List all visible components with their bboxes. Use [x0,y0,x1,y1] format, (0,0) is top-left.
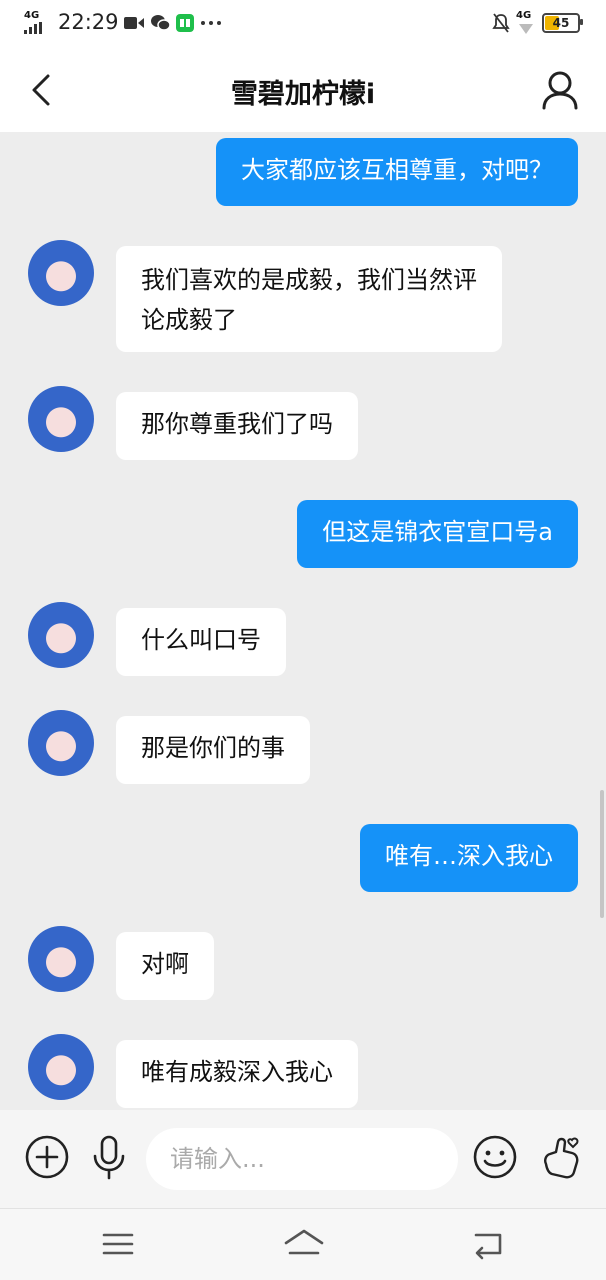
back-nav-button[interactable] [468,1227,508,1261]
status-time: 22:29 [58,10,119,34]
incoming-message-bubble[interactable]: 什么叫口号 [116,608,286,676]
back-icon [474,1233,502,1260]
hand-heart-icon [544,1137,579,1179]
avatar[interactable] [28,602,94,668]
message-line: 我们喜欢的是成毅，我们当然评 [141,266,477,294]
signal-icon: 4G [24,10,50,34]
outgoing-message-bubble[interactable]: 大家都应该互相尊重，对吧？ [216,138,578,206]
add-button[interactable] [24,1134,70,1180]
mute-bell-icon [492,13,510,33]
incoming-message-bubble[interactable]: 我们喜欢的是成毅，我们当然评 论成毅了 [116,246,502,352]
hand-heart-button[interactable] [538,1134,584,1180]
profile-icon [542,71,578,110]
home-button[interactable] [282,1227,326,1261]
emoji-button[interactable] [472,1134,518,1180]
network-type-right: 4G [516,10,536,34]
battery-level: 45 [552,16,570,30]
message-line: 论成毅了 [141,306,237,334]
home-icon [284,1229,324,1255]
status-bar: 4G 22:29 4G 45 [0,0,606,48]
chat-title: 雪碧加柠檬i [230,79,376,110]
message-input[interactable] [146,1128,458,1190]
battery-icon: 45 [542,13,583,33]
outgoing-message-bubble[interactable]: 唯有…深入我心 [360,824,578,892]
app-icon [176,14,194,32]
video-icon [124,17,144,29]
profile-button[interactable] [538,68,582,112]
menu-icon [102,1233,134,1255]
chat-header: 雪碧加柠檬i [0,48,606,132]
incoming-message-bubble[interactable]: 对啊 [116,932,214,1000]
emoji-icon [473,1135,517,1179]
network-type: 4G [24,10,40,21]
avatar[interactable] [28,386,94,452]
incoming-message-bubble[interactable]: 唯有成毅深入我心 [116,1040,358,1108]
voice-button[interactable] [86,1134,132,1180]
incoming-message-bubble[interactable]: 那是你们的事 [116,716,310,784]
status-notification-icons [124,12,222,34]
incoming-message-bubble[interactable]: 那你尊重我们了吗 [116,392,358,460]
input-bar [0,1110,606,1208]
scroll-indicator[interactable] [600,790,604,918]
microphone-icon [93,1135,125,1180]
wechat-icon [151,15,170,31]
avatar[interactable] [28,710,94,776]
chat-message-list[interactable]: 大家都应该互相尊重，对吧？ 我们喜欢的是成毅，我们当然评 论成毅了 那你尊重我们… [0,132,606,1110]
add-icon [25,1135,69,1179]
menu-button[interactable] [100,1227,140,1261]
system-navigation-bar [0,1208,606,1280]
outgoing-message-bubble[interactable]: 但这是锦衣官宣口号a [297,500,578,568]
avatar[interactable] [28,240,94,306]
avatar[interactable] [28,1034,94,1100]
more-dots-icon [201,21,221,25]
avatar[interactable] [28,926,94,992]
